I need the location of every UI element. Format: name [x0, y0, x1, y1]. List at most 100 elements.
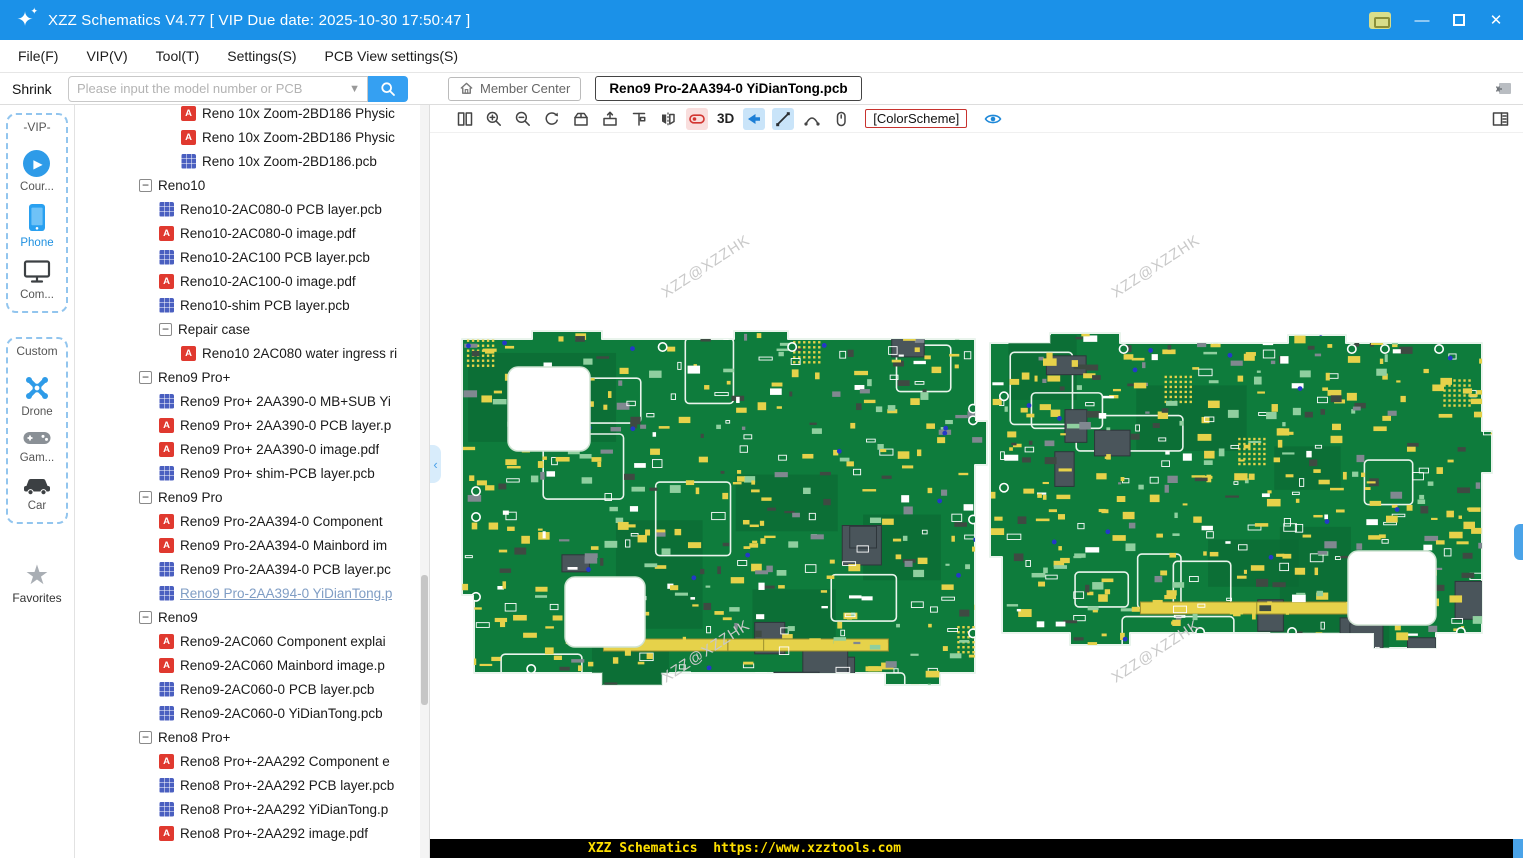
- rotate-icon[interactable]: [541, 108, 563, 130]
- flip-horizontal-icon[interactable]: [657, 108, 679, 130]
- pdf-file-icon: A: [159, 753, 174, 769]
- arc-icon[interactable]: [801, 108, 823, 130]
- chevron-down-icon[interactable]: ▼: [349, 83, 367, 95]
- phone-icon: [28, 204, 45, 231]
- pcb-file-icon: [159, 585, 174, 601]
- tree-file[interactable]: A Reno10-2AC080-0 image.pdf: [75, 221, 429, 245]
- tree-file[interactable]: Reno 10x Zoom-2BD186.pcb: [75, 149, 429, 173]
- tree-item-label: Reno9 Pro+: [158, 369, 231, 385]
- tree-file[interactable]: A Reno8 Pro+-2AA292 image.pdf: [75, 821, 429, 845]
- tree-item-label: Reno9 Pro-2AA394-0 PCB layer.pc: [180, 561, 391, 577]
- pcb-viewer: 3D [ColorScheme] XZZ@XZZHK XZZ@XZZHK XZZ…: [430, 105, 1523, 858]
- tree-file[interactable]: A Reno8 Pro+-2AA292 Component e: [75, 749, 429, 773]
- tree-file[interactable]: A Reno9 Pro-2AA394-0 Component: [75, 509, 429, 533]
- tree-node[interactable]: − Reno9 Pro+: [75, 365, 429, 389]
- menu-tool[interactable]: Tool(T): [156, 48, 200, 64]
- member-center-button[interactable]: Member Center: [448, 76, 582, 101]
- scroll-corner[interactable]: [1513, 839, 1523, 858]
- tree-file[interactable]: A Reno9-2AC060 Component explai: [75, 629, 429, 653]
- pcb-file-icon: [159, 297, 174, 313]
- mouse-icon[interactable]: [830, 108, 852, 130]
- tree-file[interactable]: A Reno9 Pro+ 2AA390-0 image.pdf: [75, 437, 429, 461]
- close-tab-icon[interactable]: [1495, 81, 1513, 97]
- pcb-canvas[interactable]: XZZ@XZZHK XZZ@XZZHK XZZ@XZZHK XZZ@XZZHK …: [430, 133, 1523, 839]
- tree-file[interactable]: Reno8 Pro+-2AA292 PCB layer.pcb: [75, 773, 429, 797]
- eye-icon[interactable]: [982, 108, 1004, 130]
- tree-item-label: Reno10: [158, 177, 206, 193]
- pcb-file-icon: [159, 561, 174, 577]
- home-icon: [460, 82, 473, 94]
- menu-settings[interactable]: Settings(S): [227, 48, 296, 64]
- collapse-minus-icon[interactable]: −: [159, 322, 172, 336]
- close-button[interactable]: ✕: [1487, 11, 1505, 29]
- tree-file[interactable]: Reno10-2AC100 PCB layer.pcb: [75, 245, 429, 269]
- rail-item-course[interactable]: ▶ Cour...: [20, 150, 54, 193]
- measure-line-icon[interactable]: [772, 107, 795, 130]
- collapse-minus-icon[interactable]: −: [139, 370, 152, 384]
- view-3d-button[interactable]: 3D: [715, 111, 736, 126]
- menu-file[interactable]: File(F): [18, 48, 58, 64]
- tree-item-label: Reno10-2AC100 PCB layer.pcb: [180, 249, 370, 265]
- layers-panel-icon[interactable]: [1489, 108, 1511, 130]
- tree-file[interactable]: Reno10-shim PCB layer.pcb: [75, 293, 429, 317]
- probe-icon[interactable]: [628, 108, 650, 130]
- tree-file[interactable]: A Reno 10x Zoom-2BD186 Physic: [75, 105, 429, 125]
- tree-file[interactable]: A Reno9-2AC060 Mainbord image.p: [75, 653, 429, 677]
- export-box-icon[interactable]: [570, 108, 592, 130]
- tree-node[interactable]: − Reno10: [75, 173, 429, 197]
- right-panel-handle[interactable]: [1514, 524, 1523, 560]
- minimize-button[interactable]: —: [1413, 12, 1431, 29]
- menu-pcb-view-settings[interactable]: PCB View settings(S): [324, 48, 458, 64]
- menu-vip[interactable]: VIP(V): [86, 48, 127, 64]
- app-logo-icon: ✦ ✦: [16, 6, 38, 31]
- select-arrow-icon[interactable]: [743, 107, 766, 130]
- rail-item-computer[interactable]: Com...: [20, 259, 54, 301]
- maximize-button[interactable]: [1453, 14, 1465, 26]
- import-box-icon[interactable]: [599, 108, 621, 130]
- rail-item-drone[interactable]: Drone: [21, 374, 53, 418]
- tree-node[interactable]: − Repair case: [75, 317, 429, 341]
- split-view-icon[interactable]: [454, 108, 476, 130]
- zoom-out-icon[interactable]: [512, 108, 534, 130]
- search-input[interactable]: [69, 81, 350, 96]
- collapse-minus-icon[interactable]: −: [139, 730, 152, 744]
- tree-scrollbar-track[interactable]: [420, 105, 429, 858]
- tree-file[interactable]: Reno9 Pro-2AA394-0 YiDianTong.p: [75, 581, 429, 605]
- rail-item-favorites[interactable]: ★ Favorites: [12, 562, 61, 606]
- tree-file[interactable]: Reno9 Pro+ 2AA390-0 MB+SUB Yi: [75, 389, 429, 413]
- vip-section-label: -VIP-: [23, 120, 51, 134]
- tree-file[interactable]: Reno8 Pro+-2AA292 YiDianTong.p: [75, 797, 429, 821]
- vip-card-icon[interactable]: [1369, 11, 1391, 29]
- tree-file[interactable]: A Reno9 Pro+ 2AA390-0 PCB layer.p: [75, 413, 429, 437]
- tree-file[interactable]: Reno10-2AC080-0 PCB layer.pcb: [75, 197, 429, 221]
- tree-item-label: Reno9 Pro+ 2AA390-0 PCB layer.p: [180, 417, 392, 433]
- tree-item-label: Reno8 Pro+-2AA292 YiDianTong.p: [180, 801, 389, 817]
- collapse-minus-icon[interactable]: −: [139, 610, 152, 624]
- tree-file[interactable]: A Reno10-2AC100-0 image.pdf: [75, 269, 429, 293]
- member-center-label: Member Center: [480, 81, 571, 96]
- search-button[interactable]: [368, 75, 408, 102]
- rail-item-game[interactable]: Gam...: [20, 428, 54, 464]
- tree-scrollbar-thumb[interactable]: [421, 575, 428, 705]
- tree-file[interactable]: Reno9-2AC060-0 YiDianTong.pcb: [75, 701, 429, 725]
- tree-file[interactable]: Reno9-2AC060-0 PCB layer.pcb: [75, 677, 429, 701]
- zoom-in-icon[interactable]: [483, 108, 505, 130]
- collapse-tree-handle[interactable]: ‹: [430, 445, 441, 483]
- board-side-toggle-icon[interactable]: [686, 107, 708, 130]
- tree-node[interactable]: − Reno8 Pro+: [75, 725, 429, 749]
- tree-file[interactable]: A Reno9 Pro-2AA394-0 Mainbord im: [75, 533, 429, 557]
- rail-item-car[interactable]: Car: [22, 474, 52, 512]
- rail-item-phone[interactable]: Phone: [20, 203, 54, 249]
- tree-file[interactable]: Reno9 Pro-2AA394-0 PCB layer.pc: [75, 557, 429, 581]
- tree-node[interactable]: − Reno9 Pro: [75, 485, 429, 509]
- custom-section: Custom Drone Gam... Car: [6, 337, 68, 524]
- tree-file[interactable]: A Reno 10x Zoom-2BD186 Physic: [75, 125, 429, 149]
- open-file-tab[interactable]: Reno9 Pro-2AA394-0 YiDianTong.pcb: [595, 76, 862, 101]
- shrink-button[interactable]: Shrink: [0, 81, 56, 97]
- collapse-minus-icon[interactable]: −: [139, 490, 152, 504]
- collapse-minus-icon[interactable]: −: [139, 178, 152, 192]
- tree-node[interactable]: − Reno9: [75, 605, 429, 629]
- colorscheme-button[interactable]: [ColorScheme]: [865, 109, 968, 128]
- tree-file[interactable]: Reno9 Pro+ shim-PCB layer.pcb: [75, 461, 429, 485]
- tree-file[interactable]: A Reno10 2AC080 water ingress ri: [75, 341, 429, 365]
